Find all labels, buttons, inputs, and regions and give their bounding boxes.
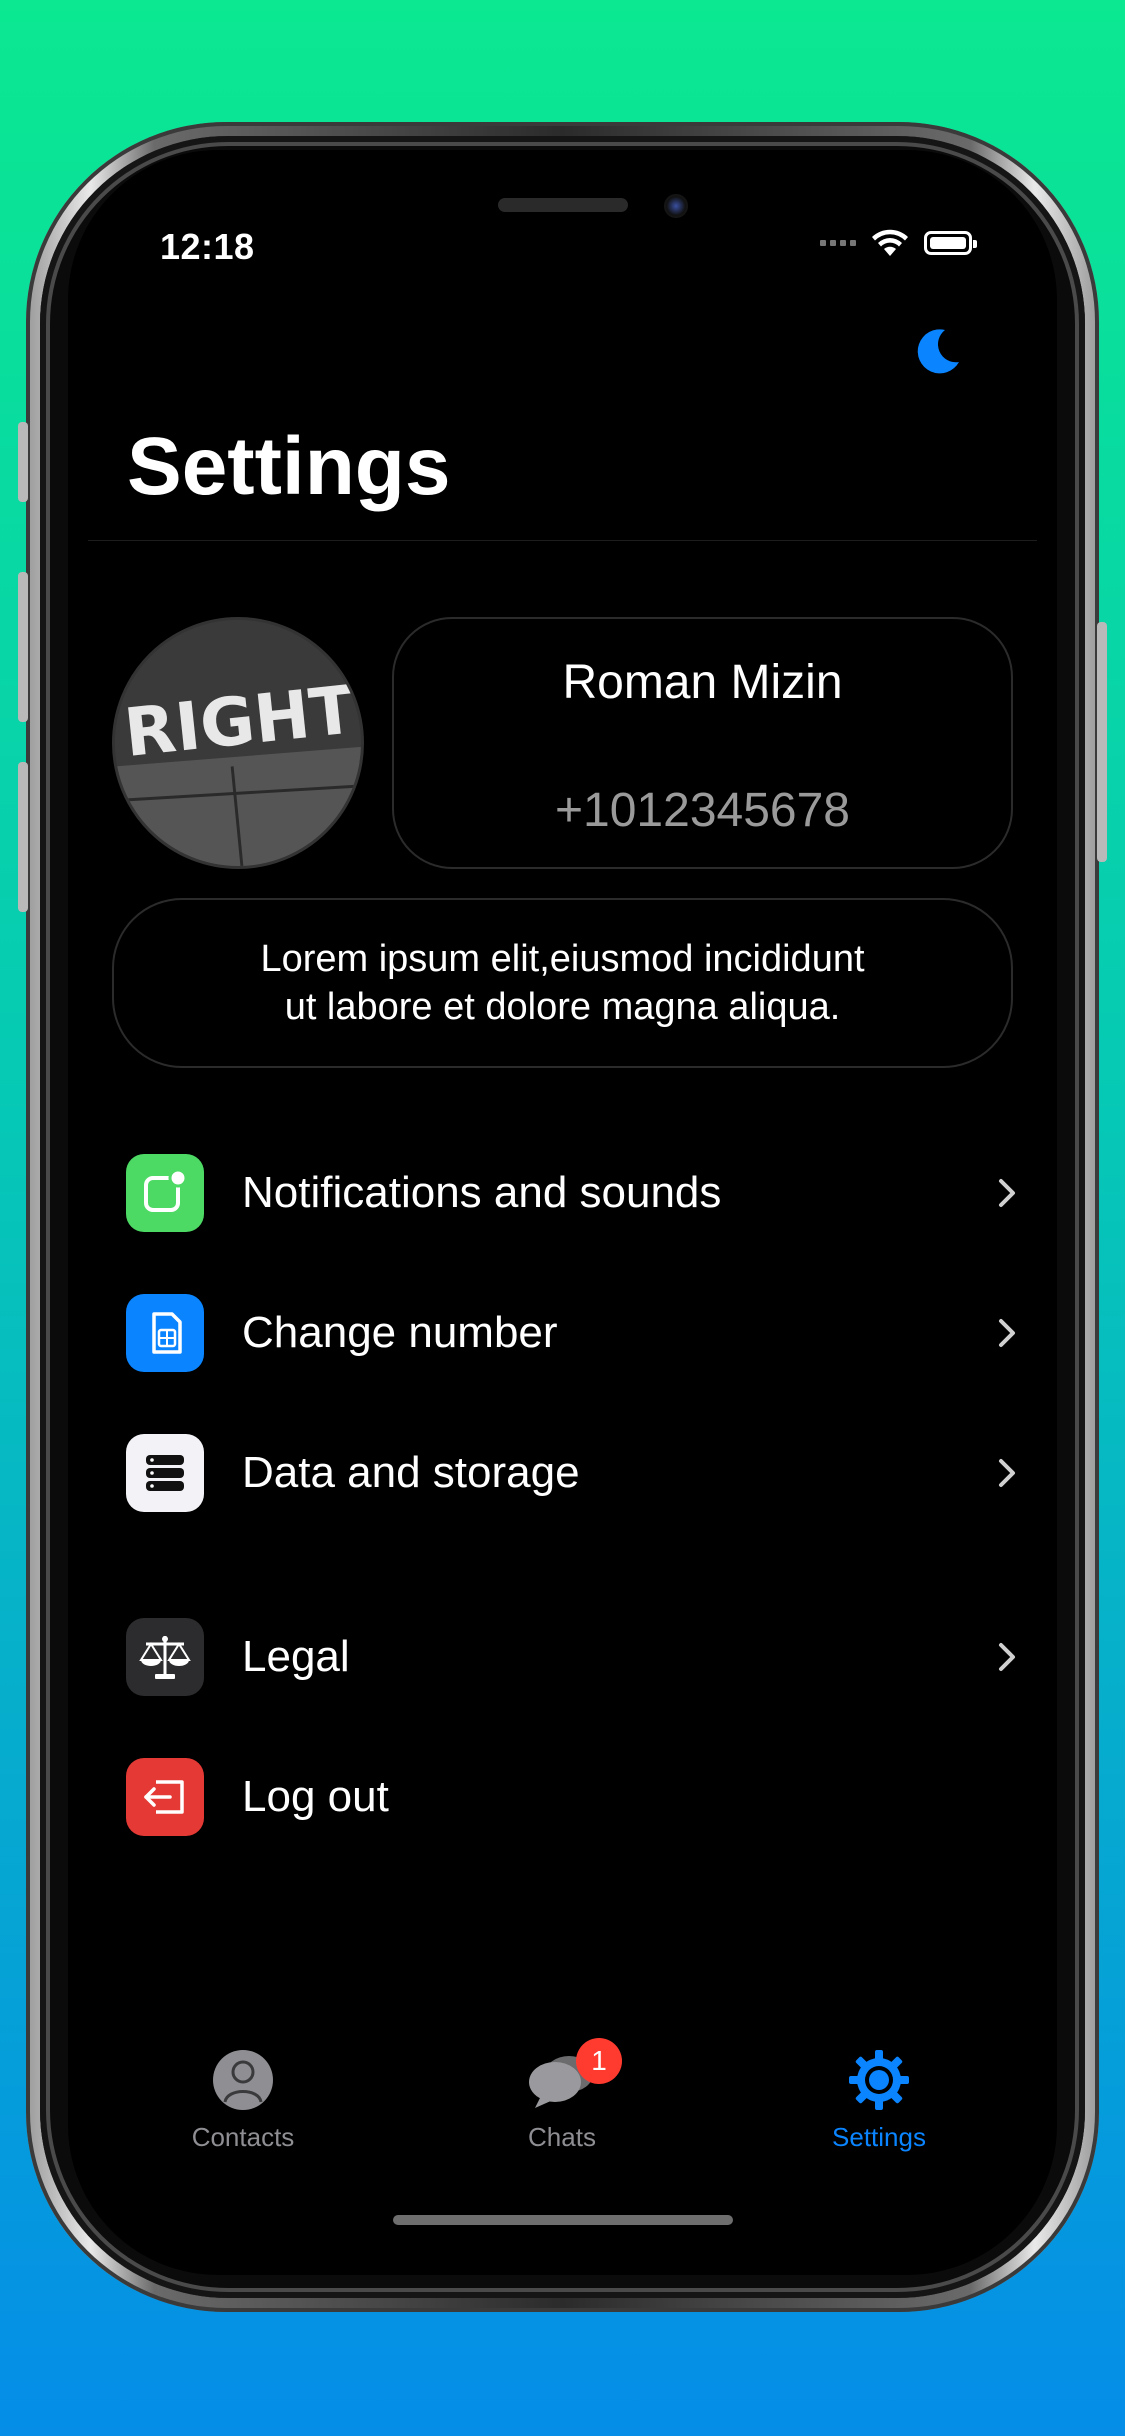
tab-bar: Contacts 1 Chats Settings (68, 2038, 1057, 2178)
mute-switch (18, 422, 28, 502)
profile-card[interactable]: Roman Mizin +1012345678 (392, 617, 1013, 869)
bio-card[interactable]: Lorem ipsum elit,eiusmod incididunt ut l… (112, 898, 1013, 1068)
speaker-grille (498, 198, 628, 212)
home-indicator[interactable] (393, 2215, 733, 2225)
gear-icon (849, 2050, 909, 2110)
tab-label-settings: Settings (832, 2122, 926, 2152)
menu-item-logout[interactable]: Log out (126, 1757, 1027, 1837)
menu-label-legal: Legal (242, 1632, 350, 1681)
chats-badge: 1 (576, 2038, 622, 2084)
menu-item-notifications[interactable]: Notifications and sounds (126, 1153, 1027, 1233)
bio-line-1: Lorem ipsum elit,eiusmod incididunt (260, 938, 865, 980)
moon-icon[interactable] (911, 326, 963, 378)
menu-item-legal[interactable]: Legal (126, 1617, 1027, 1697)
bio-line-2: ut labore et dolore magna aliqua. (284, 986, 841, 1028)
front-camera (664, 194, 688, 218)
menu-item-data-storage[interactable]: Data and storage (126, 1433, 1027, 1513)
person-icon (213, 2050, 273, 2110)
tab-label-contacts: Contacts (191, 2122, 295, 2152)
tab-label-chats: Chats (528, 2122, 596, 2152)
profile-phone: +1012345678 (555, 784, 850, 837)
app-screen: 12:18 Settings RIGHT Roman Mizin +101234… (68, 150, 1057, 2275)
avatar-image: RIGHT (115, 620, 361, 866)
notification-icon (126, 1154, 204, 1232)
menu-label-change-number: Change number (242, 1308, 558, 1357)
tab-chats[interactable]: 1 Chats (462, 2038, 662, 2153)
scales-icon (126, 1618, 204, 1696)
menu-label-data-storage: Data and storage (242, 1448, 580, 1497)
sim-card-icon (126, 1294, 204, 1372)
status-time: 12:18 (160, 226, 255, 267)
power-button (1097, 622, 1107, 862)
storage-icon (126, 1434, 204, 1512)
volume-up-button (18, 572, 28, 722)
page-title: Settings (127, 421, 451, 512)
chevron-right-icon (999, 1643, 1015, 1671)
header-divider (88, 540, 1037, 541)
tab-contacts[interactable]: Contacts (143, 2048, 343, 2153)
signal-icon (820, 240, 856, 246)
avatar[interactable]: RIGHT (112, 617, 364, 869)
battery-icon (924, 231, 977, 255)
profile-name[interactable]: Roman Mizin (394, 655, 1011, 710)
logout-icon (126, 1758, 204, 1836)
chevron-right-icon (999, 1179, 1015, 1207)
menu-item-change-number[interactable]: Change number (126, 1293, 1027, 1373)
volume-down-button (18, 762, 28, 912)
menu-label-logout: Log out (242, 1772, 389, 1821)
wifi-icon (872, 229, 908, 256)
chevron-right-icon (999, 1459, 1015, 1487)
menu-label-notifications: Notifications and sounds (242, 1168, 722, 1217)
chevron-right-icon (999, 1319, 1015, 1347)
tab-settings[interactable]: Settings (779, 2048, 979, 2153)
status-icons (820, 228, 977, 258)
